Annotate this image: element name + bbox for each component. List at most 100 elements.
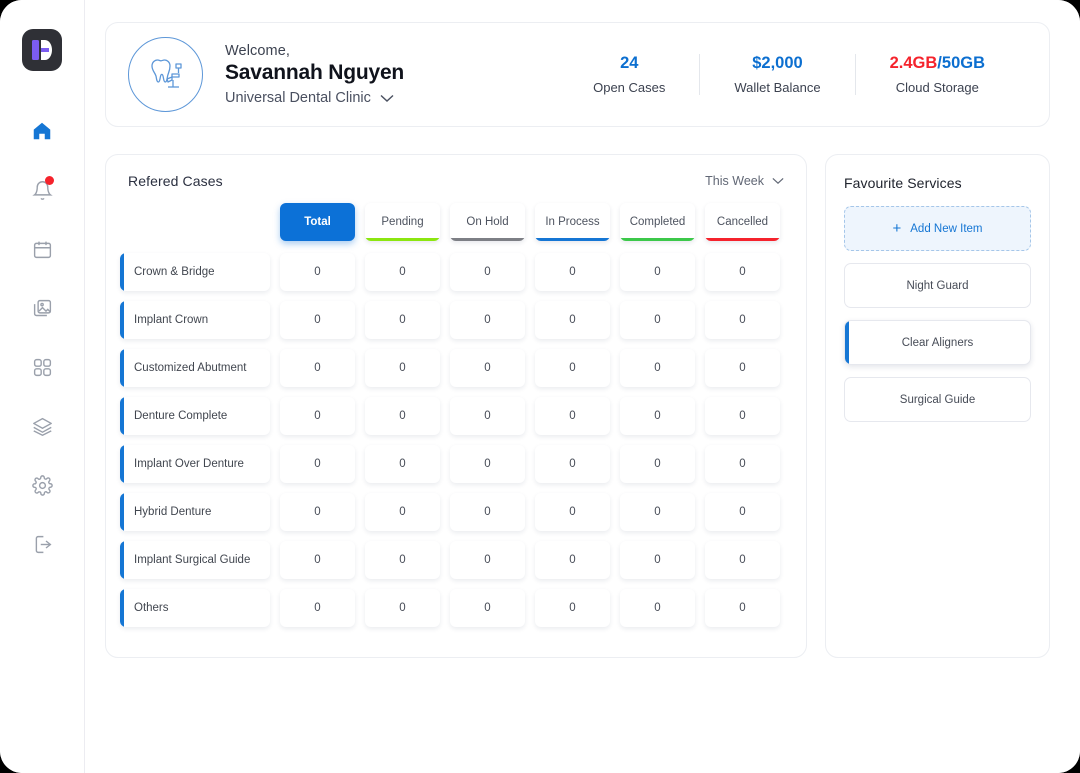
- case-count-cell[interactable]: 0: [705, 301, 780, 339]
- case-count-cell[interactable]: 0: [620, 445, 695, 483]
- gear-icon: [31, 474, 53, 496]
- case-count-cell[interactable]: 0: [450, 301, 525, 339]
- sidebar-item-logout[interactable]: [20, 522, 64, 566]
- service-name-label: Hybrid Denture: [134, 506, 212, 518]
- case-count-cell[interactable]: 0: [535, 301, 610, 339]
- status-tab-underline: [705, 237, 780, 241]
- case-count-cell[interactable]: 0: [535, 493, 610, 531]
- case-count-cell[interactable]: 0: [450, 493, 525, 531]
- favourite-service-item[interactable]: Surgical Guide: [844, 377, 1031, 422]
- greeting-label: Welcome,: [225, 43, 290, 59]
- add-new-item-button[interactable]: + Add New Item: [844, 206, 1031, 251]
- status-tabs: Total Pending On Hold In Process Completed Ca…: [120, 203, 788, 241]
- service-name-cell[interactable]: Implant Over Denture: [120, 445, 270, 483]
- sidebar-item-notifications[interactable]: [20, 168, 64, 212]
- dashboard-body: Refered Cases This Week Total Pending On H…: [105, 154, 1050, 658]
- case-count-cell[interactable]: 0: [280, 301, 355, 339]
- logout-icon: [35, 535, 51, 553]
- service-name-cell[interactable]: Crown & Bridge: [120, 253, 270, 291]
- service-name-cell[interactable]: Implant Crown: [120, 301, 270, 339]
- case-count-cell[interactable]: 0: [365, 493, 440, 531]
- case-count-cell[interactable]: 0: [450, 541, 525, 579]
- case-count-cell[interactable]: 0: [535, 589, 610, 627]
- app-logo[interactable]: [22, 29, 62, 71]
- sidebar-item-apps[interactable]: [20, 345, 64, 389]
- case-count-cell[interactable]: 0: [365, 253, 440, 291]
- case-count-cell[interactable]: 0: [450, 349, 525, 387]
- welcome-header: Welcome, Savannah Nguyen Universal Denta…: [105, 22, 1050, 127]
- case-count-cell[interactable]: 0: [620, 493, 695, 531]
- case-count-cell[interactable]: 0: [450, 589, 525, 627]
- case-count-cell[interactable]: 0: [450, 397, 525, 435]
- status-tab-completed[interactable]: Completed: [620, 203, 695, 241]
- table-row: Denture Complete 0 0 0 0 0 0: [120, 397, 788, 435]
- case-count-cell[interactable]: 0: [705, 349, 780, 387]
- sidebar-item-gallery[interactable]: [20, 286, 64, 330]
- case-count-cell[interactable]: 0: [705, 397, 780, 435]
- stats-group: 24 Open Cases $2,000 Wallet Balance 2.4G…: [559, 54, 1019, 95]
- open-cases-value: 24: [620, 54, 639, 72]
- main-content: Welcome, Savannah Nguyen Universal Denta…: [85, 0, 1080, 773]
- case-count-cell[interactable]: 0: [705, 589, 780, 627]
- app-window: Welcome, Savannah Nguyen Universal Denta…: [0, 0, 1080, 773]
- storage-total: 50GB: [941, 54, 985, 72]
- case-count-cell[interactable]: 0: [620, 253, 695, 291]
- case-count-cell[interactable]: 0: [620, 589, 695, 627]
- case-count-cell[interactable]: 0: [280, 397, 355, 435]
- case-count-cell[interactable]: 0: [365, 397, 440, 435]
- cases-grid: Crown & Bridge 0 0 0 0 0 0 Implant Crown 0 0 0 0 0 0 C…: [120, 253, 788, 627]
- service-name-cell[interactable]: Others: [120, 589, 270, 627]
- case-count-cell[interactable]: 0: [280, 589, 355, 627]
- favourite-service-label: Surgical Guide: [899, 393, 976, 406]
- favourite-service-item[interactable]: Clear Aligners: [844, 320, 1031, 365]
- case-count-cell[interactable]: 0: [450, 445, 525, 483]
- case-count-cell[interactable]: 0: [620, 541, 695, 579]
- service-name-cell[interactable]: Hybrid Denture: [120, 493, 270, 531]
- case-count-cell[interactable]: 0: [365, 589, 440, 627]
- refered-cases-panel: Refered Cases This Week Total Pending On H…: [105, 154, 807, 658]
- avatar: [128, 37, 203, 112]
- stat-wallet-balance: $2,000 Wallet Balance: [699, 54, 854, 95]
- favourite-service-item[interactable]: Night Guard: [844, 263, 1031, 308]
- case-count-cell[interactable]: 0: [535, 349, 610, 387]
- case-count-cell[interactable]: 0: [365, 445, 440, 483]
- status-tab-label: Pending: [381, 216, 424, 228]
- case-count-cell[interactable]: 0: [280, 493, 355, 531]
- case-count-cell[interactable]: 0: [365, 349, 440, 387]
- table-row: Implant Crown 0 0 0 0 0 0: [120, 301, 788, 339]
- sidebar-item-home[interactable]: [20, 109, 64, 153]
- case-count-cell[interactable]: 0: [280, 541, 355, 579]
- service-name-cell[interactable]: Customized Abutment: [120, 349, 270, 387]
- status-tab-on-hold[interactable]: On Hold: [450, 203, 525, 241]
- period-filter[interactable]: This Week: [705, 174, 784, 188]
- service-name-cell[interactable]: Denture Complete: [120, 397, 270, 435]
- case-count-cell[interactable]: 0: [535, 253, 610, 291]
- case-count-cell[interactable]: 0: [535, 541, 610, 579]
- service-name-cell[interactable]: Implant Surgical Guide: [120, 541, 270, 579]
- case-count-cell[interactable]: 0: [280, 445, 355, 483]
- case-count-cell[interactable]: 0: [705, 445, 780, 483]
- status-tab-in-process[interactable]: In Process: [535, 203, 610, 241]
- case-count-cell[interactable]: 0: [620, 349, 695, 387]
- status-tab-cancelled[interactable]: Cancelled: [705, 203, 780, 241]
- case-count-cell[interactable]: 0: [450, 253, 525, 291]
- case-count-cell[interactable]: 0: [365, 541, 440, 579]
- status-tab-pending[interactable]: Pending: [365, 203, 440, 241]
- case-count-cell[interactable]: 0: [705, 253, 780, 291]
- case-count-cell[interactable]: 0: [535, 445, 610, 483]
- status-tab-total[interactable]: Total: [280, 203, 355, 241]
- case-count-cell[interactable]: 0: [535, 397, 610, 435]
- case-count-cell[interactable]: 0: [620, 397, 695, 435]
- sidebar-item-layers[interactable]: [20, 404, 64, 448]
- clinic-selector[interactable]: Universal Dental Clinic: [225, 90, 404, 106]
- sidebar-item-calendar[interactable]: [20, 227, 64, 271]
- case-count-cell[interactable]: 0: [280, 349, 355, 387]
- sidebar-item-settings[interactable]: [20, 463, 64, 507]
- case-count-cell[interactable]: 0: [280, 253, 355, 291]
- service-name-label: Implant Surgical Guide: [134, 554, 251, 566]
- case-count-cell[interactable]: 0: [705, 541, 780, 579]
- case-count-cell[interactable]: 0: [365, 301, 440, 339]
- service-name-label: Implant Crown: [134, 314, 209, 326]
- case-count-cell[interactable]: 0: [620, 301, 695, 339]
- case-count-cell[interactable]: 0: [705, 493, 780, 531]
